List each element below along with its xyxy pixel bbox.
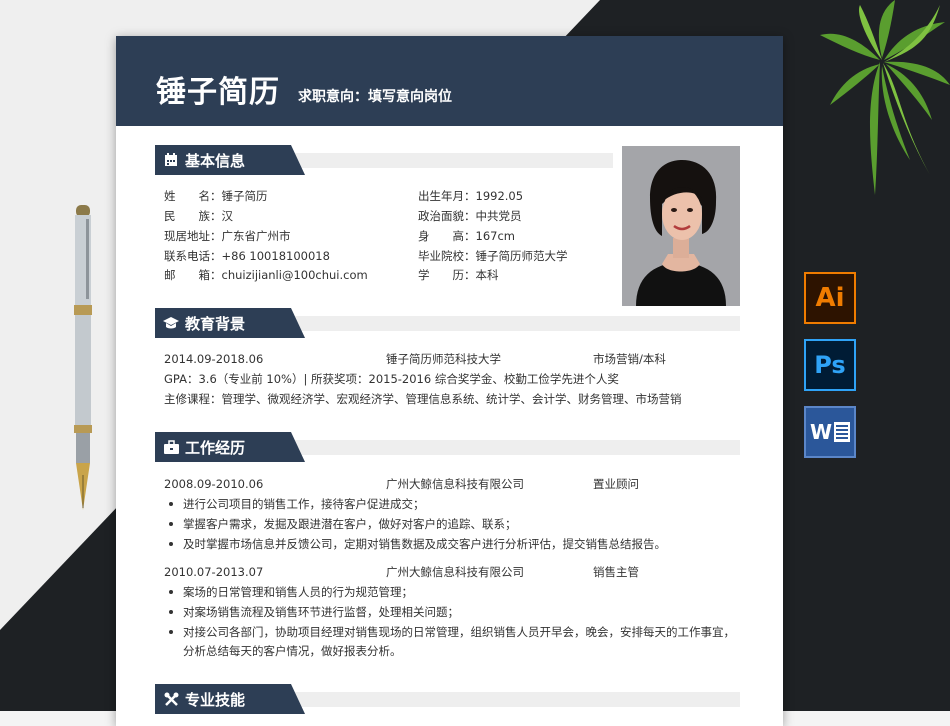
section-work: 工作经历	[155, 432, 740, 462]
basic-field: 出生年月：1992.05	[418, 189, 524, 203]
section-tab: 基本信息	[155, 145, 305, 175]
bullet	[169, 502, 173, 506]
job-company: 广州大鲸信息科技有限公司	[386, 477, 524, 491]
plant-decoration	[820, 0, 950, 195]
section-title: 基本信息	[185, 151, 246, 170]
section-tab: 教育背景	[155, 308, 305, 338]
basic-field: 姓 名：锤子简历	[164, 189, 268, 203]
job-duty: 及时掌握市场信息并反馈公司，定期对销售数据及成交客户进行分析评估，提交销售总结报…	[183, 537, 666, 551]
job-duty: 对接公司各部门，协助项目经理对销售现场的日常管理，组织销售人员开早会，晚会，安排…	[183, 625, 735, 639]
job-period: 2010.07-2013.07	[164, 565, 264, 579]
section-education: 教育背景	[155, 308, 740, 338]
word-lines-icon	[834, 422, 851, 442]
bullet	[169, 542, 173, 546]
basic-field: 邮 箱：chuizijianli@100chui.com	[164, 268, 368, 282]
resume-paper: 锤子简历 求职意向：填写意向岗位 基本信息 姓 名：锤子简历 民 族：汉 现居地…	[116, 36, 783, 726]
section-title: 专业技能	[185, 690, 246, 709]
education-major: 市场营销/本科	[593, 352, 666, 366]
illustrator-icon: Ai	[804, 272, 856, 324]
bullet	[169, 590, 173, 594]
basic-field: 身 高：167cm	[418, 229, 515, 243]
graduation-cap-icon	[163, 315, 179, 331]
job-role: 置业顾问	[593, 477, 639, 491]
photoshop-icon: Ps	[804, 339, 856, 391]
education-period: 2014.09-2018.06	[164, 352, 264, 366]
section-tab: 专业技能	[155, 684, 305, 714]
section-tab: 工作经历	[155, 432, 305, 462]
basic-field: 民 族：汉	[164, 209, 233, 223]
section-title: 工作经历	[185, 438, 246, 457]
resume-header: 锤子简历 求职意向：填写意向岗位	[116, 36, 783, 126]
basic-field: 政治面貌：中共党员	[418, 209, 522, 223]
basic-field: 现居地址：广东省广州市	[164, 229, 291, 243]
education-courses: 主修课程：管理学、微观经济学、宏观经济学、管理信息系统、统计学、会计学、财务管理…	[164, 392, 682, 406]
section-basic-info: 基本信息	[155, 145, 613, 175]
job-company: 广州大鲸信息科技有限公司	[386, 565, 524, 579]
calendar-icon	[163, 152, 179, 168]
word-icon: W	[804, 406, 856, 458]
briefcase-icon	[163, 439, 179, 455]
job-role: 销售主管	[593, 565, 639, 579]
profile-photo	[622, 146, 740, 306]
education-gpa: GPA：3.6（专业前 10%）| 所获奖项：2015-2016 综合奖学金、校…	[164, 372, 619, 386]
education-school: 锤子简历师范科技大学	[386, 352, 501, 366]
job-duty: 进行公司项目的销售工作，接待客户促进成交；	[183, 497, 425, 511]
bullet	[169, 610, 173, 614]
section-skills: 专业技能	[155, 684, 740, 714]
basic-field: 毕业院校：锤子简历师范大学	[418, 249, 568, 263]
job-duty-continuation: 分析总结每天的客户情况，做好报表分析。	[183, 644, 402, 658]
resume-name: 锤子简历	[156, 75, 280, 110]
bullet	[169, 522, 173, 526]
job-duty: 案场的日常管理和销售人员的行为规范管理；	[183, 585, 413, 599]
job-duty: 掌握客户需求，发掘及跟进潜在客户，做好对客户的追踪、联系；	[183, 517, 517, 531]
job-period: 2008.09-2010.06	[164, 477, 264, 491]
tools-icon	[163, 691, 179, 707]
bullet	[169, 630, 173, 634]
job-duty: 对案场销售流程及销售环节进行监督，处理相关问题；	[183, 605, 459, 619]
section-title: 教育背景	[185, 314, 246, 333]
job-intent: 求职意向：填写意向岗位	[298, 89, 452, 105]
basic-field: 学 历：本科	[418, 268, 499, 282]
pen-decoration	[74, 205, 92, 510]
basic-field: 联系电话：+86 10018100018	[164, 249, 330, 263]
word-icon-letter: W	[809, 420, 833, 444]
